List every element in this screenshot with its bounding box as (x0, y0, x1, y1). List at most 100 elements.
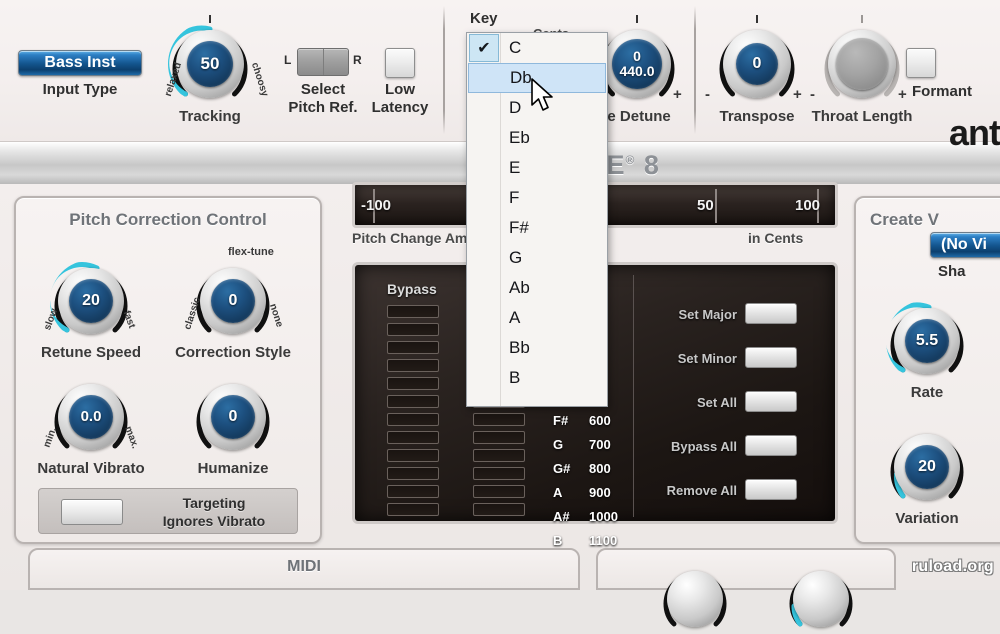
bypass-cell-button[interactable] (387, 431, 439, 444)
scale-detune-label: le Detune (603, 108, 671, 125)
input-type-label: Input Type (42, 81, 118, 98)
remove-cell-button[interactable] (473, 431, 525, 444)
key-label: Key (470, 10, 498, 27)
divider-2 (694, 6, 696, 134)
remove-cell-button[interactable] (473, 467, 525, 480)
key-option-label: C (509, 38, 522, 57)
formant-button[interactable] (906, 48, 936, 78)
check-icon: ✔ (469, 34, 499, 62)
throat-length-knob-cap (836, 38, 888, 90)
tracking-max-label: choosy (248, 61, 271, 98)
pitch-correction-title: Pitch Correction Control (69, 210, 267, 229)
transpose-knob[interactable]: 0 - + Transpose (705, 15, 802, 125)
vibrato-shape-value: (No Vi (941, 236, 987, 253)
bypass-cell-button[interactable] (387, 449, 439, 462)
remove-cell-button[interactable] (473, 503, 525, 516)
remove-cell-button[interactable] (473, 485, 525, 498)
vibrato-variation-knob[interactable]: 20 Variation (886, 426, 968, 527)
scale-action-label: Set Major (678, 307, 737, 322)
transpose-label: Transpose (719, 108, 795, 125)
pitch-ref-left-half[interactable] (298, 49, 324, 75)
transpose-plus[interactable]: + (793, 86, 802, 103)
correction-style-label: Correction Style (175, 344, 291, 361)
throat-length-knob[interactable]: - + Throat Length (810, 15, 912, 125)
scale-action-button-remove-all[interactable] (745, 479, 797, 500)
mouse-cursor-icon (531, 78, 553, 111)
site-watermark: ruload.org (911, 558, 994, 575)
retune-speed-knob[interactable]: 20 slow fast Retune Speed (41, 260, 141, 361)
natural-vibrato-knob[interactable]: 0.0 min. max. Natural Vibrato (37, 376, 145, 477)
remove-cell-button[interactable] (473, 449, 525, 462)
vibrato-variation-label: Variation (895, 510, 959, 527)
key-option-label: F (509, 188, 520, 207)
bypass-cell-button[interactable] (387, 503, 439, 516)
bypass-cell-button[interactable] (387, 395, 439, 408)
formant-label: Formant (912, 83, 972, 100)
scale-detune-knob-tick (636, 15, 638, 23)
humanize-knob[interactable]: 0 Humanize (192, 376, 274, 477)
key-option-fsharp[interactable]: F# (467, 213, 607, 243)
natural-vibrato-value: 0.0 (69, 395, 113, 439)
pitch-ref-toggle[interactable] (297, 48, 349, 76)
correction-style-value: 0 (211, 279, 255, 323)
transpose-value: 0 (736, 43, 778, 85)
key-option-g[interactable]: G (467, 243, 607, 273)
pitch-ref-label-line2: Pitch Ref. (288, 99, 358, 116)
divider-1 (443, 6, 445, 134)
pitch-ref-right-half[interactable] (324, 49, 349, 75)
low-latency-button[interactable] (385, 48, 415, 78)
note-cents-value: 1000 (589, 509, 618, 524)
pitch-ref-right-label: R (353, 53, 362, 67)
throat-length-label: Throat Length (811, 108, 913, 125)
key-option-label: D (509, 98, 522, 117)
bypass-cell-button[interactable] (387, 341, 439, 354)
key-option-b[interactable]: B (467, 363, 607, 393)
note-name: F# (553, 413, 569, 428)
bypass-cell-button[interactable] (387, 467, 439, 480)
remove-cell-button[interactable] (473, 413, 525, 426)
scale-action-button-set-all[interactable] (745, 391, 797, 412)
bottom-knob-right[interactable] (786, 564, 856, 634)
targeting-switch[interactable] (61, 499, 123, 525)
key-option-e[interactable]: E (467, 153, 607, 183)
pitch-ref-label-line1: Select (300, 81, 346, 98)
input-type-button[interactable]: Bass Inst (18, 50, 142, 76)
bypass-cell-button[interactable] (387, 413, 439, 426)
key-option-ab[interactable]: Ab (467, 273, 607, 303)
scale-action-button-set-major[interactable] (745, 303, 797, 324)
key-option-f[interactable]: F (467, 183, 607, 213)
note-name: A (553, 485, 563, 500)
bypass-cell-button[interactable] (387, 359, 439, 372)
transpose-knob-tick (756, 15, 758, 23)
throat-length-minus[interactable]: - (810, 86, 815, 103)
bypass-cell-button[interactable] (387, 323, 439, 336)
transpose-minus[interactable]: - (705, 86, 710, 103)
vibrato-shape-dropdown[interactable]: (No Vi (930, 232, 1000, 258)
humanize-value: 0 (211, 395, 255, 439)
scale-detune-knob-cap: 0 440.0 (612, 39, 662, 89)
tracking-knob[interactable]: 50 relaxed choosy Tracking (163, 15, 270, 125)
meter-value-min: -100 (361, 197, 392, 214)
scale-detune-plus[interactable]: + (673, 86, 682, 103)
scale-action-button-set-minor[interactable] (745, 347, 797, 368)
key-option-c[interactable]: ✔ C (467, 33, 607, 63)
key-option-label: Ab (509, 278, 530, 297)
vibrato-rate-knob[interactable]: 5.5 Rate (886, 300, 968, 401)
scale-action-button-bypass-all[interactable] (745, 435, 797, 456)
low-latency-label-line1: Low (385, 81, 415, 98)
brand-logo: ant (949, 112, 1000, 153)
throat-length-plus[interactable]: + (898, 86, 907, 103)
key-option-eb[interactable]: Eb (467, 123, 607, 153)
correction-style-knob[interactable]: 0 flex-tune classic none Correction Styl… (175, 246, 291, 361)
scale-action-label: Remove All (666, 483, 737, 498)
bypass-cell-button[interactable] (387, 305, 439, 318)
correction-style-top-label: flex-tune (228, 246, 274, 258)
note-cents-value: 800 (589, 461, 611, 476)
key-option-bb[interactable]: Bb (467, 333, 607, 363)
bottom-knob-left[interactable] (660, 564, 730, 634)
targeting-ignores-vibrato-control[interactable]: Targeting Ignores Vibrato (38, 488, 298, 534)
key-option-a[interactable]: A (467, 303, 607, 333)
key-option-label: F# (509, 218, 529, 237)
bypass-cell-button[interactable] (387, 485, 439, 498)
bypass-cell-button[interactable] (387, 377, 439, 390)
